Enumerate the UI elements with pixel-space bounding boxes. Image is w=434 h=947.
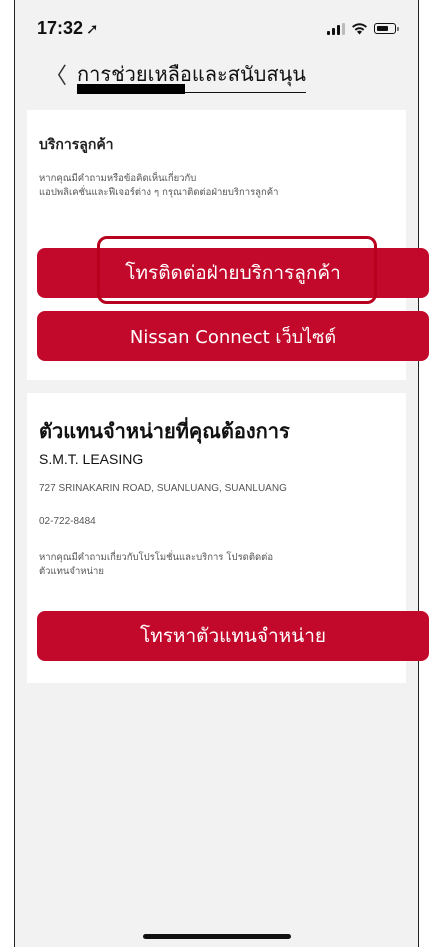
phone-screen: 17:32 ➚ 〈 การช่วยเหลือและสนับสนุน บริการล…: [14, 0, 429, 947]
status-bar: 17:32 ➚: [15, 0, 418, 50]
dealer-name: S.M.T. LEASING: [39, 451, 144, 467]
customer-service-heading: บริการลูกค้า: [39, 137, 114, 153]
customer-service-description-2: แอปพลิเคชั่นและฟีเจอร์ต่าง ๆ กรุณาติดต่อ…: [39, 187, 279, 198]
battery-icon: [374, 23, 399, 34]
back-button[interactable]: 〈: [45, 58, 67, 90]
dealer-phone: 02-722-8484: [39, 516, 96, 527]
home-indicator: [143, 934, 291, 939]
dealer-description-2: ตัวแทนจำหน่าย: [39, 566, 104, 577]
redaction-bar: [77, 84, 185, 94]
dealer-description-1: หากคุณมีคำถามเกี่ยวกับโปรโมชั่นและบริการ…: [39, 552, 274, 563]
navigation-bar: 〈 การช่วยเหลือและสนับสนุน: [15, 50, 418, 105]
dealer-address: 727 SRINAKARIN ROAD, SUANLUANG, SUANLUAN…: [39, 483, 287, 494]
location-arrow-icon: ➚: [86, 21, 99, 38]
status-time: 17:32 ➚: [37, 18, 99, 38]
dealer-heading: ตัวแทนจำหน่ายที่คุณต้องการ: [39, 419, 290, 443]
system-icons: [327, 22, 399, 35]
nissan-connect-website-button[interactable]: Nissan Connect เว็บไซต์: [37, 311, 429, 361]
signal-icon: [327, 22, 345, 35]
customer-service-description-1: หากคุณมีคำถามหรือข้อคิดเห็นเกี่ยวกับ: [39, 173, 197, 184]
call-dealer-button[interactable]: โทรหาตัวแทนจำหน่าย: [37, 611, 429, 661]
call-customer-service-button[interactable]: โทรติดต่อฝ่ายบริการลูกค้า: [37, 248, 429, 298]
wifi-icon: [352, 23, 367, 35]
